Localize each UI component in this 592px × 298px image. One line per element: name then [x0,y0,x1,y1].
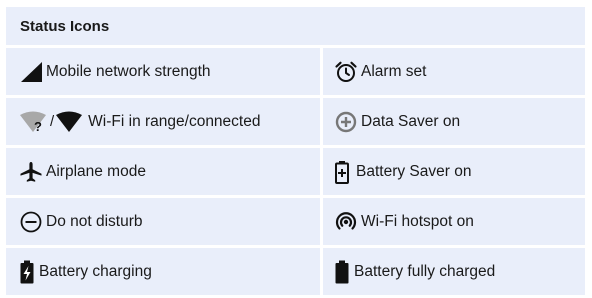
table-cell: Alarm set [323,48,585,95]
icon-separator: / [50,113,55,130]
table-cell: Airplane mode [6,148,320,195]
table-cell: Data Saver on [323,98,585,145]
table-cell: Mobile network strength [6,48,320,95]
table-row: Do not disturb Wi-Fi hotspot on [6,198,585,245]
table-cell: Battery Saver on [323,148,585,195]
cell-label: Battery charging [39,262,152,280]
table-cell: Wi-Fi hotspot on [323,198,585,245]
svg-text:?: ? [34,119,42,133]
do-not-disturb-icon [19,211,43,233]
table-row: Airplane mode Battery Saver on [6,148,585,195]
table-cell: Battery charging [6,248,320,295]
table-header: Status Icons [6,7,585,45]
cell-label: Battery Saver on [356,162,472,180]
wifi-icons: ? / [19,111,83,133]
cell-label: Wi-Fi hotspot on [361,212,474,230]
wifi-connected-icon [56,111,83,132]
table-row: Mobile network strength Alarm set [6,48,585,95]
cell-label: Mobile network strength [46,62,211,80]
battery-saver-icon [334,160,350,184]
table-cell: Battery fully charged [323,248,585,295]
mobile-signal-icon [19,61,43,83]
cell-label: Battery fully charged [354,262,496,280]
wifi-in-range-icon: ? [20,111,46,133]
battery-charging-icon [19,260,35,284]
alarm-clock-icon [334,61,358,83]
battery-full-icon [334,260,350,284]
cell-label: Do not disturb [46,212,143,230]
table-cell: ? / Wi-Fi in range/connected [6,98,320,145]
data-saver-icon [334,111,358,133]
table-cell: Do not disturb [6,198,320,245]
cell-label: Data Saver on [361,112,461,130]
table-title: Status Icons [20,17,110,35]
status-icons-table: Status Icons Mobile network strength Ala… [6,7,585,298]
hotspot-icon [334,211,358,233]
cell-label: Alarm set [361,62,427,80]
table-row: ? / Wi-Fi in range/connected Data Saver … [6,98,585,145]
airplane-icon [19,161,43,183]
cell-label: Airplane mode [46,162,146,180]
cell-label: Wi-Fi in range/connected [88,112,261,130]
table-row: Battery charging Battery fully charged [6,248,585,295]
